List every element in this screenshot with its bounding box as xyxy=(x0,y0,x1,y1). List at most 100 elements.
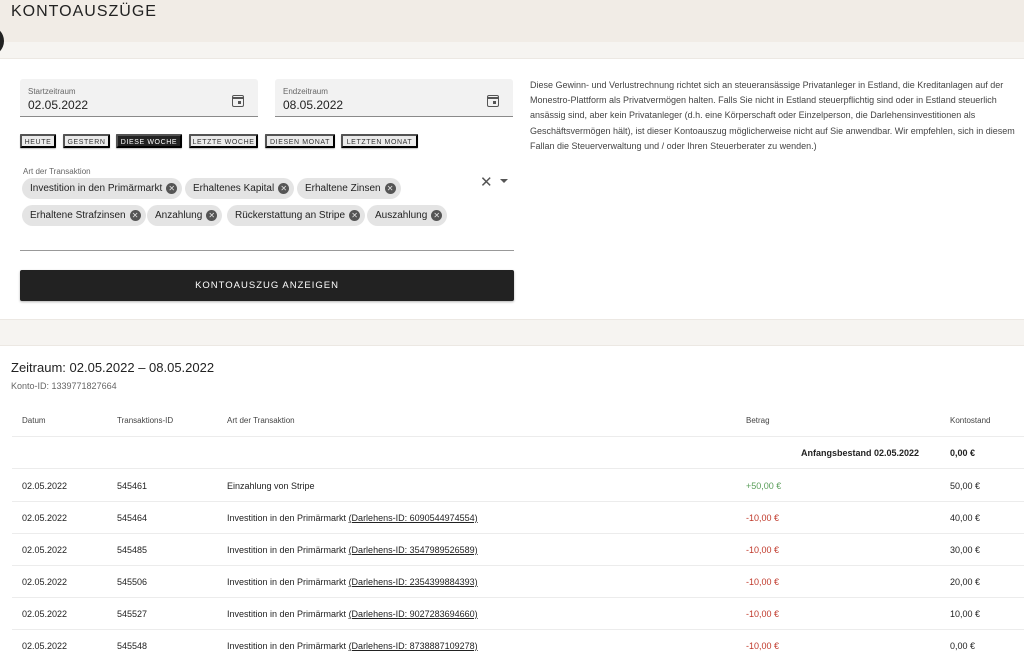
chip-stripe-refund: Rückerstattung an Stripe ✕ xyxy=(227,205,366,226)
show-statement-button[interactable]: KONTOAUSZUG ANZEIGEN xyxy=(20,270,514,301)
cell-date: 02.05.2022 xyxy=(22,609,68,619)
chip-payout: Auszahlung ✕ xyxy=(367,205,448,226)
cell-type: Investition in den Primärmarkt (Darlehen… xyxy=(227,545,478,555)
cell-balance: 0,00 € xyxy=(950,641,976,651)
quick-range-this-week[interactable]: DIESE WOCHE xyxy=(116,134,182,148)
end-date-value[interactable]: 08.05.2022 xyxy=(283,98,343,112)
chip-primary-market: Investition in den Primärmarkt ✕ xyxy=(22,178,183,199)
cell-balance: 20,00 € xyxy=(950,577,981,587)
cell-date: 02.05.2022 xyxy=(22,545,68,555)
table-row: 02.05.2022 545548 Investition in den Pri… xyxy=(12,630,1024,661)
column-header-type: Art der Transaktion xyxy=(227,416,295,425)
end-date-label: Endzeitraum xyxy=(283,87,328,96)
chip-label: Anzahlung xyxy=(155,210,203,221)
cell-type-text: Investition in den Primärmarkt xyxy=(227,577,347,587)
cell-date: 02.05.2022 xyxy=(22,641,68,651)
cell-date: 02.05.2022 xyxy=(22,513,68,523)
loan-id-link[interactable]: (Darlehens-ID: 6090544974554) xyxy=(349,513,478,523)
chip-label: Erhaltene Strafzinsen xyxy=(30,210,126,221)
chip-received-interest: Erhaltene Zinsen ✕ xyxy=(297,178,401,199)
column-header-balance: Kontostand xyxy=(950,416,991,425)
column-header-date: Datum xyxy=(22,416,46,425)
chip-deposit: Anzahlung ✕ xyxy=(147,205,223,226)
statement-panel: Zeitraum: 02.05.2022 – 08.05.2022 Konto-… xyxy=(0,345,1024,661)
table-row: 02.05.2022 545485 Investition in den Pri… xyxy=(12,534,1024,566)
page-title: KONTOAUSZÜGE xyxy=(11,3,157,20)
opening-balance-row: Anfangsbestand 02.05.2022 0,00 € xyxy=(12,437,1024,469)
calendar-icon[interactable] xyxy=(487,95,499,107)
quick-range-yesterday[interactable]: GESTERN xyxy=(63,134,110,148)
cell-type: Investition in den Primärmarkt (Darlehen… xyxy=(227,513,478,523)
cell-amount: -10,00 € xyxy=(746,609,780,619)
account-id: Konto-ID: 1339771827664 xyxy=(11,381,117,391)
close-icon[interactable]: ✕ xyxy=(206,210,218,221)
cell-type-text: Investition in den Primärmarkt xyxy=(227,641,347,651)
cell-type-text: Investition in den Primärmarkt xyxy=(227,545,347,555)
cell-amount: -10,00 € xyxy=(746,577,780,587)
cell-type: Einzahlung von Stripe xyxy=(227,481,315,491)
chip-label: Auszahlung xyxy=(375,210,428,221)
cell-balance: 10,00 € xyxy=(950,609,981,619)
loan-id-link[interactable]: (Darlehens-ID: 3547989526589) xyxy=(349,545,478,555)
chip-penalty-interest: Erhaltene Strafzinsen ✕ xyxy=(22,205,146,226)
transaction-type-label: Art der Transaktion xyxy=(23,167,91,176)
cell-amount: -10,00 € xyxy=(746,545,780,555)
start-date-label: Startzeitraum xyxy=(28,87,76,96)
quick-range-last-month[interactable]: LETZTEN MONAT xyxy=(341,134,418,148)
table-row: 02.05.2022 545464 Investition in den Pri… xyxy=(12,502,1024,534)
table-row: 02.05.2022 545506 Investition in den Pri… xyxy=(12,566,1024,598)
column-header-amount: Betrag xyxy=(746,416,770,425)
column-header-id: Transaktions-ID xyxy=(117,416,174,425)
quick-range-last-week[interactable]: LETZTE WOCHE xyxy=(189,134,258,148)
cell-type-text: Einzahlung von Stripe xyxy=(227,481,315,491)
cell-amount: -10,00 € xyxy=(746,513,780,523)
cell-type-text: Investition in den Primärmarkt xyxy=(227,609,347,619)
period-title: Zeitraum: 02.05.2022 – 08.05.2022 xyxy=(11,360,215,375)
chevron-down-icon[interactable] xyxy=(500,179,508,183)
cell-id: 545464 xyxy=(117,513,148,523)
loan-id-link[interactable]: (Darlehens-ID: 8738887109278) xyxy=(349,641,478,651)
close-icon[interactable]: ✕ xyxy=(129,210,141,221)
loan-id-link[interactable]: (Darlehens-ID: 2354399884393) xyxy=(349,577,478,587)
cell-type: Investition in den Primärmarkt (Darlehen… xyxy=(227,577,478,587)
cell-id: 545461 xyxy=(117,481,148,491)
close-icon[interactable]: ✕ xyxy=(431,210,443,221)
loan-id-link[interactable]: (Darlehens-ID: 9027283694660) xyxy=(349,609,478,619)
cell-id: 545527 xyxy=(117,609,148,619)
cell-id: 545485 xyxy=(117,545,148,555)
start-date-value[interactable]: 02.05.2022 xyxy=(28,98,88,112)
chip-label: Investition in den Primärmarkt xyxy=(30,183,163,194)
opening-balance-value: 0,00 € xyxy=(950,448,976,458)
close-icon[interactable]: ✕ xyxy=(349,210,361,221)
top-bar: KONTOAUSZÜGE xyxy=(0,0,1024,42)
cell-amount: +50,00 € xyxy=(746,481,782,491)
chip-label: Erhaltenes Kapital xyxy=(193,183,275,194)
quick-range-today[interactable]: HEUTE xyxy=(20,134,56,148)
table-row: 02.05.2022 545461 Einzahlung von Stripe … xyxy=(12,470,1024,502)
cell-id: 545506 xyxy=(117,577,148,587)
table-row: 02.05.2022 545527 Investition in den Pri… xyxy=(12,598,1024,630)
cell-type: Investition in den Primärmarkt (Darlehen… xyxy=(227,641,478,651)
tax-info-text: Diese Gewinn- und Verlustrechnung richte… xyxy=(530,80,1015,151)
select-underline xyxy=(20,250,514,251)
quick-range-this-month[interactable]: DIESEN MONAT xyxy=(265,134,335,148)
start-date-field[interactable]: Startzeitraum 02.05.2022 xyxy=(20,79,258,117)
filter-panel: Startzeitraum 02.05.2022 Endzeitraum 08.… xyxy=(0,58,1024,320)
chip-label: Rückerstattung an Stripe xyxy=(235,210,346,221)
chip-label: Erhaltene Zinsen xyxy=(305,183,381,194)
cell-balance: 50,00 € xyxy=(950,481,981,491)
close-icon[interactable]: ✕ xyxy=(166,183,178,194)
end-date-field[interactable]: Endzeitraum 08.05.2022 xyxy=(275,79,513,117)
calendar-icon[interactable] xyxy=(232,95,244,107)
close-icon[interactable]: ✕ xyxy=(480,175,493,190)
close-icon[interactable]: ✕ xyxy=(384,183,396,194)
cell-date: 02.05.2022 xyxy=(22,577,68,587)
cell-balance: 30,00 € xyxy=(950,545,981,555)
cell-type-text: Investition in den Primärmarkt xyxy=(227,513,347,523)
cell-amount: -10,00 € xyxy=(746,641,780,651)
close-icon[interactable]: ✕ xyxy=(278,183,290,194)
chip-received-capital: Erhaltenes Kapital ✕ xyxy=(185,178,295,199)
cell-date: 02.05.2022 xyxy=(22,481,68,491)
cell-balance: 40,00 € xyxy=(950,513,981,523)
cell-type: Investition in den Primärmarkt (Darlehen… xyxy=(227,609,478,619)
